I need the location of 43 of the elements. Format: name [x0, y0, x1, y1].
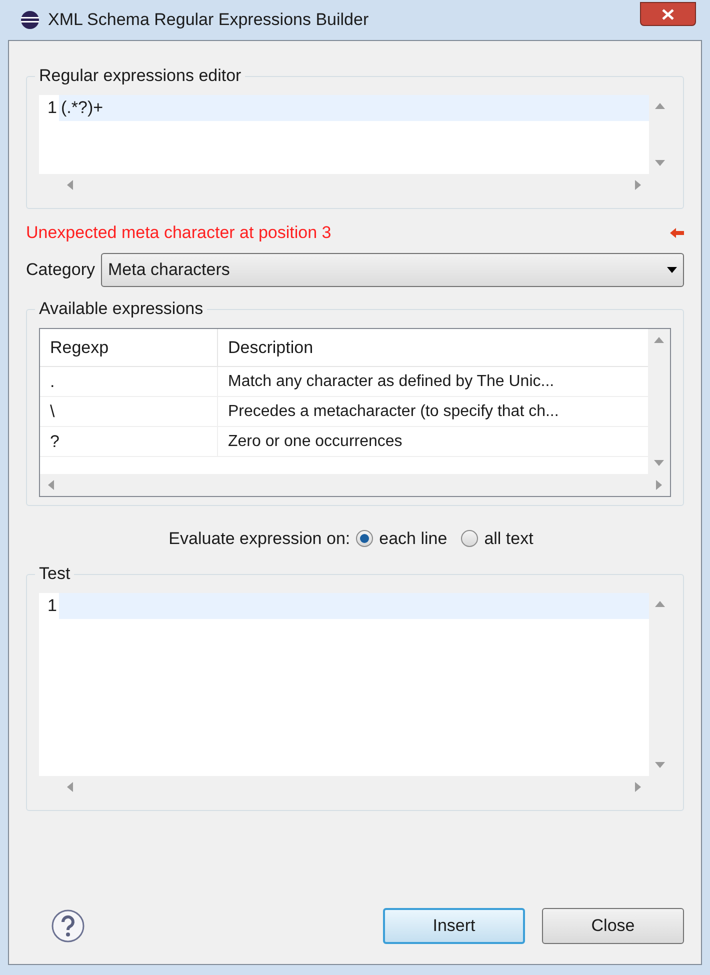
- line-number: 1: [46, 97, 58, 119]
- left-arrow-icon: [670, 228, 684, 238]
- scroll-left-icon[interactable]: [67, 180, 73, 190]
- vertical-scrollbar[interactable]: [648, 329, 670, 474]
- scroll-left-icon[interactable]: [67, 782, 73, 792]
- window-title: XML Schema Regular Expressions Builder: [48, 9, 369, 32]
- scroll-left-icon[interactable]: [48, 480, 54, 490]
- dialog-button[interactable]: Insert: [383, 908, 525, 944]
- scroll-up-icon[interactable]: [654, 337, 664, 343]
- eclipse-logo-icon: [20, 10, 40, 30]
- close-button[interactable]: [640, 2, 696, 26]
- code-line: (.*?)+: [61, 98, 104, 117]
- category-dropdown[interactable]: Meta characters: [100, 253, 684, 287]
- table-cell: .: [50, 372, 55, 391]
- table-cell: Precedes a metacharacter (to specify that ch...: [228, 403, 559, 420]
- help-icon[interactable]: [51, 909, 85, 943]
- scroll-right-icon[interactable]: [635, 782, 641, 792]
- scroll-up-icon[interactable]: [655, 103, 665, 109]
- scroll-right-icon[interactable]: [656, 480, 662, 490]
- dropdown-arrow-icon: [667, 267, 677, 273]
- table-cell: Match any character as defined by The Unic...: [228, 373, 554, 390]
- scroll-up-icon[interactable]: [655, 600, 665, 606]
- horizontal-scrollbar[interactable]: [40, 474, 670, 496]
- scroll-down-icon[interactable]: [655, 762, 665, 768]
- error-message: Unexpected meta character at position 3: [26, 222, 332, 244]
- scroll-down-icon[interactable]: [655, 160, 665, 166]
- radio-button[interactable]: [356, 530, 374, 548]
- table-cell: ?: [50, 432, 60, 451]
- line-number: 1: [46, 594, 58, 616]
- category-label: Category: [26, 259, 95, 282]
- table-cell: Zero or one occurrences: [228, 433, 402, 450]
- radio-button[interactable]: [461, 530, 478, 548]
- column-header[interactable]: Description: [218, 329, 648, 366]
- radio-option[interactable]: each line: [356, 526, 448, 552]
- close-icon: [662, 8, 674, 20]
- table-cell: \: [50, 402, 55, 421]
- scroll-right-icon[interactable]: [635, 180, 641, 190]
- evaluate-label: Evaluate expression on:: [168, 528, 350, 550]
- column-header[interactable]: Regexp: [40, 329, 218, 366]
- code-editor[interactable]: (.*?)+: [59, 95, 649, 174]
- radio-option[interactable]: all text: [461, 526, 534, 552]
- scroll-down-icon[interactable]: [654, 460, 664, 466]
- dialog-button[interactable]: Close: [542, 908, 684, 944]
